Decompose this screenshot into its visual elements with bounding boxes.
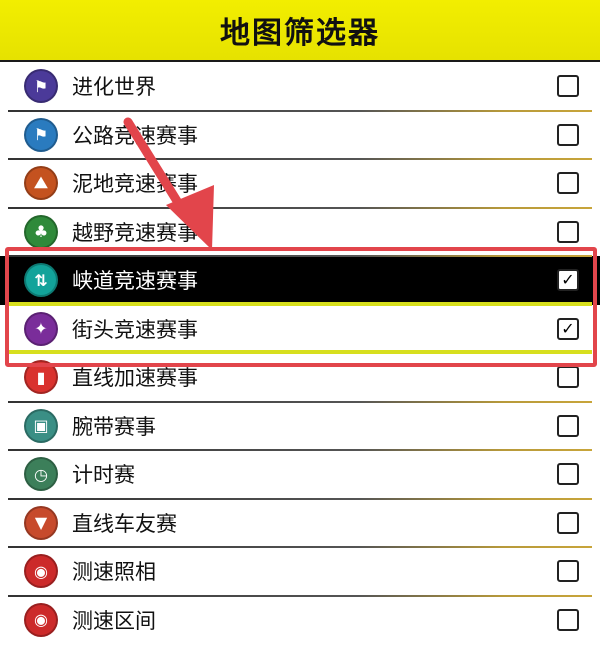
page-title: 地图筛选器 bbox=[220, 16, 380, 51]
cross-country-tree-icon: ♣ bbox=[24, 214, 58, 249]
filter-row[interactable]: ⚑ 进化世界 bbox=[0, 62, 600, 111]
filter-label: 泥地竞速赛事 bbox=[72, 172, 198, 197]
speed-camera-icon: ◉ bbox=[24, 554, 58, 589]
filter-label: 腕带赛事 bbox=[72, 414, 156, 439]
drag-race-icon: ▮ bbox=[24, 360, 58, 395]
filter-label: 街头竞速赛事 bbox=[72, 317, 198, 342]
filter-list: ⚑ 进化世界 ⚑ 公路竞速赛事 ⛰ 泥地竞速赛事 ♣ 越野竞速赛事 ⇅ 峡道竞速赛事 ✓ ✦ 街头竞速赛… bbox=[0, 62, 600, 644]
map-filter-header: 地图筛选器 bbox=[0, 0, 600, 62]
filter-row[interactable]: ⛰ 泥地竞速赛事 bbox=[0, 158, 600, 208]
evolution-flag-icon: ⚑ bbox=[24, 69, 58, 104]
filter-checkbox[interactable] bbox=[557, 123, 579, 146]
filter-checkbox[interactable]: ✓ bbox=[557, 269, 579, 292]
filter-label: 公路竞速赛事 bbox=[72, 123, 198, 148]
dirt-race-icon: ⛰ bbox=[24, 166, 58, 201]
filter-label: 直线车友赛 bbox=[72, 511, 177, 536]
filter-checkbox[interactable] bbox=[557, 511, 579, 534]
wristband-event-icon: ▣ bbox=[24, 408, 58, 443]
filter-checkbox[interactable]: ✓ bbox=[557, 317, 579, 340]
filter-label: 直线加速赛事 bbox=[72, 366, 198, 391]
filter-checkbox[interactable] bbox=[557, 366, 579, 389]
filter-checkbox[interactable] bbox=[557, 172, 579, 195]
filter-row[interactable]: ▮ 直线加速赛事 bbox=[0, 350, 600, 402]
filter-label: 测速区间 bbox=[72, 608, 156, 633]
filter-label: 峡道竞速赛事 bbox=[72, 269, 198, 294]
filter-checkbox[interactable] bbox=[557, 414, 579, 437]
filter-label: 越野竞速赛事 bbox=[72, 220, 198, 245]
filter-row[interactable]: ✦ 街头竞速赛事 ✓ bbox=[0, 301, 600, 353]
filter-checkbox[interactable] bbox=[557, 220, 579, 243]
filter-label: 进化世界 bbox=[72, 75, 156, 100]
filter-checkbox[interactable] bbox=[557, 463, 579, 486]
filter-row[interactable]: ▣ 腕带赛事 bbox=[0, 400, 600, 450]
road-race-flag-icon: ⚑ bbox=[24, 117, 58, 152]
stopwatch-icon: ◷ bbox=[24, 457, 58, 492]
filter-label: 计时赛 bbox=[72, 463, 135, 488]
filter-row[interactable]: ◉ 测速区间 bbox=[0, 594, 600, 644]
filter-label: 测速照相 bbox=[72, 560, 156, 585]
drag-meetup-lights-icon: ▼ bbox=[24, 505, 58, 540]
filter-checkbox[interactable] bbox=[557, 75, 579, 98]
filter-row[interactable]: ♣ 越野竞速赛事 bbox=[0, 206, 600, 256]
filter-checkbox[interactable] bbox=[557, 560, 579, 583]
filter-row[interactable]: ▼ 直线车友赛 bbox=[0, 497, 600, 547]
filter-row[interactable]: ◷ 计时赛 bbox=[0, 449, 600, 499]
speed-zone-icon: ◉ bbox=[24, 602, 58, 637]
canyon-race-icon: ⇅ bbox=[24, 263, 58, 298]
filter-row[interactable]: ⇅ 峡道竞速赛事 ✓ bbox=[0, 255, 600, 305]
filter-row[interactable]: ◉ 测速照相 bbox=[0, 546, 600, 596]
filter-checkbox[interactable] bbox=[557, 608, 579, 631]
filter-row[interactable]: ⚑ 公路竞速赛事 bbox=[0, 109, 600, 159]
street-race-icon: ✦ bbox=[24, 311, 58, 346]
